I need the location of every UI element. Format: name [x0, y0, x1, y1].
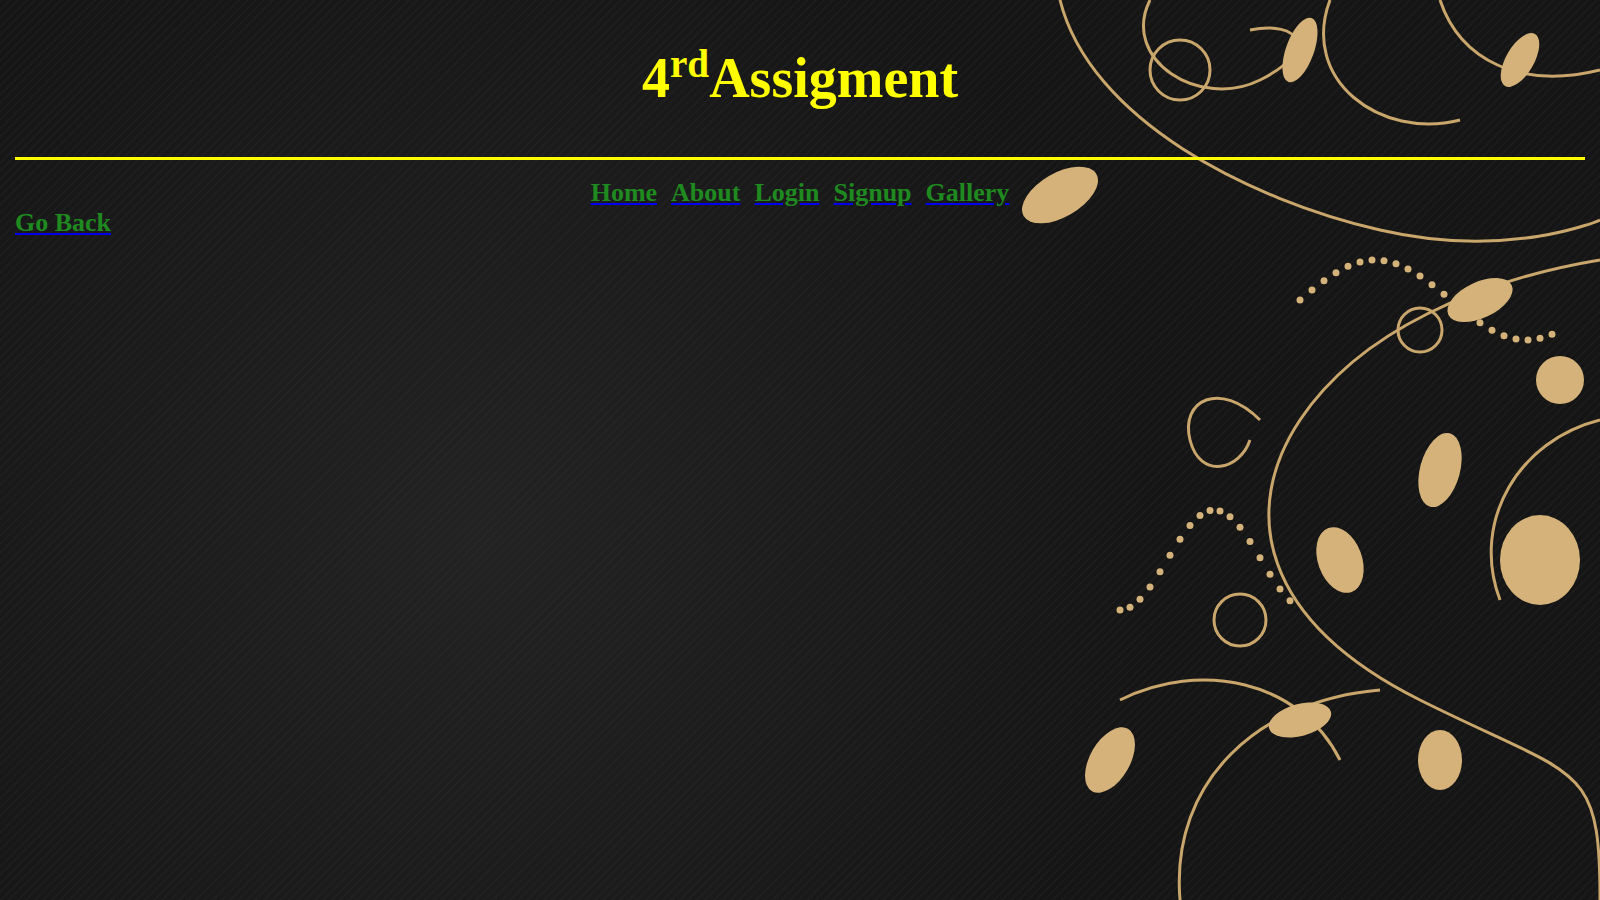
page: 4rdAssigment Home About Login Signup Gallery G…: [0, 0, 1600, 900]
title-rule: [15, 157, 1585, 160]
nav-bar: Home About Login Signup Gallery: [15, 178, 1585, 208]
nav-link[interactable]: About: [671, 178, 740, 208]
nav-link[interactable]: Gallery: [926, 178, 1010, 208]
title-superscript: rd: [670, 42, 709, 85]
go-back-link[interactable]: Go Back: [15, 208, 111, 238]
content: 4rdAssigment Home About Login Signup Gallery G…: [0, 0, 1600, 238]
nav-link[interactable]: Signup: [833, 178, 911, 208]
nav-link[interactable]: Login: [754, 178, 819, 208]
nav-link[interactable]: Home: [591, 178, 657, 208]
gold-floral-ornament-icon: [1000, 0, 1600, 900]
page-title: 4rdAssigment: [15, 0, 1585, 112]
back-row: Go Back: [15, 208, 1585, 238]
